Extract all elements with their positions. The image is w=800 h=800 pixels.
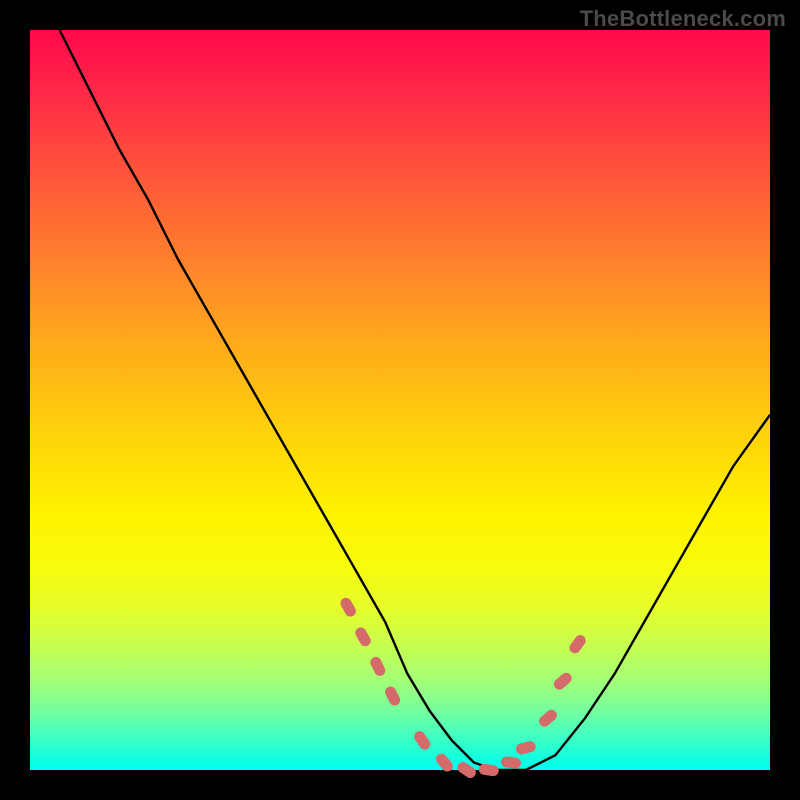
highlight-marker bbox=[537, 707, 559, 728]
highlight-marker bbox=[412, 729, 432, 752]
watermark-text: TheBottleneck.com bbox=[580, 6, 786, 32]
curve-layer bbox=[60, 30, 770, 770]
chart-container: TheBottleneck.com bbox=[0, 0, 800, 800]
highlight-marker bbox=[353, 625, 372, 648]
chart-svg bbox=[30, 30, 770, 770]
highlight-marker bbox=[515, 740, 537, 756]
plot-area bbox=[30, 30, 770, 770]
highlight-marker bbox=[434, 751, 455, 773]
highlight-marker bbox=[500, 756, 521, 770]
bottleneck-curve-path bbox=[60, 30, 770, 770]
highlight-marker bbox=[567, 633, 588, 656]
highlight-marker bbox=[478, 763, 499, 777]
highlight-marker bbox=[383, 685, 402, 708]
highlight-marker bbox=[368, 655, 387, 678]
highlight-marker bbox=[552, 670, 574, 691]
highlight-marker bbox=[338, 596, 357, 619]
